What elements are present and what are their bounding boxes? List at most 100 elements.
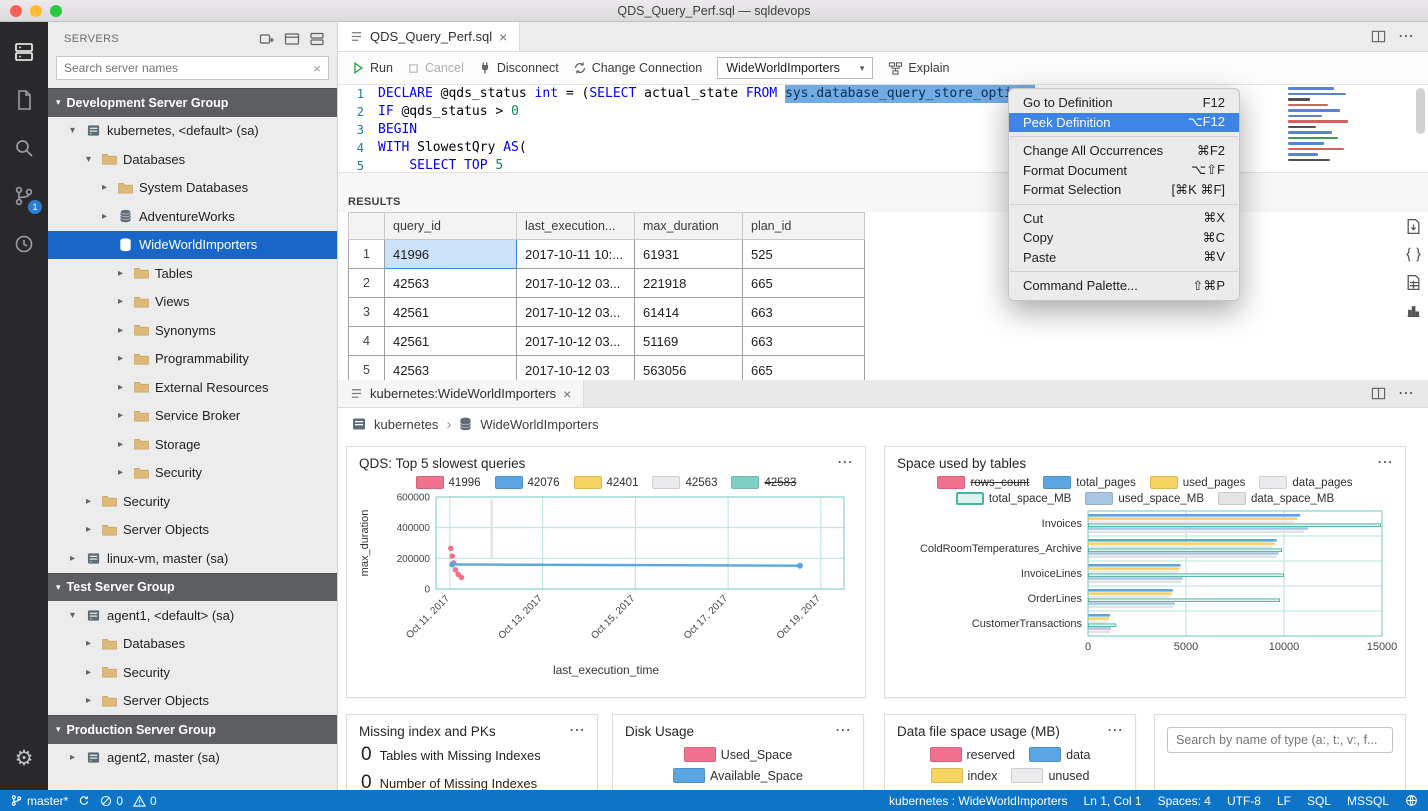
legend-item-used-pages[interactable]: used_pages bbox=[1149, 476, 1245, 489]
tree-item-wideworldimporters[interactable]: WideWorldImporters bbox=[48, 230, 337, 259]
legend-item-data-pages[interactable]: data_pages bbox=[1259, 476, 1353, 489]
grid-cell[interactable]: 41996 bbox=[384, 239, 517, 269]
active-connections-icon[interactable] bbox=[309, 31, 325, 47]
activity-search-button[interactable] bbox=[0, 124, 48, 172]
expand-arrow-icon[interactable]: ▸ bbox=[114, 353, 127, 364]
split-editor-icon[interactable] bbox=[1371, 29, 1386, 44]
eol-status[interactable]: LF bbox=[1277, 794, 1291, 808]
legend-item-unused[interactable]: unused bbox=[1011, 768, 1089, 783]
breadcrumb-server[interactable]: kubernetes bbox=[374, 417, 438, 432]
save-as-csv-icon[interactable] bbox=[1405, 218, 1422, 235]
git-branch-status[interactable]: master* bbox=[10, 794, 68, 808]
activity-source-control-button[interactable]: 1 bbox=[0, 172, 48, 220]
expand-arrow-icon[interactable]: ▸ bbox=[82, 638, 95, 649]
grid-cell[interactable]: 2017-10-12 03... bbox=[516, 297, 635, 327]
code-line[interactable]: 5 SELECT TOP 5 bbox=[338, 157, 1428, 172]
code-line[interactable]: 2 IF @qds_status > 0 bbox=[338, 103, 1428, 121]
close-icon[interactable]: × bbox=[563, 386, 571, 402]
more-options-icon[interactable]: ⋯ bbox=[1377, 455, 1393, 471]
activity-tasks-button[interactable] bbox=[0, 76, 48, 124]
activity-servers-button[interactable] bbox=[0, 28, 48, 76]
tree-item-agent1-default-sa[interactable]: ▾ agent1, <default> (sa) bbox=[48, 601, 337, 630]
server-group-production-server-group[interactable]: ▾ Production Server Group bbox=[48, 715, 337, 744]
legend-item-41996[interactable]: 41996 bbox=[415, 476, 481, 489]
column-header-last-execution[interactable]: last_execution... bbox=[516, 212, 635, 240]
disconnect-button[interactable]: Disconnect bbox=[475, 61, 562, 75]
errors-status[interactable]: 0 bbox=[100, 794, 123, 808]
expand-arrow-icon[interactable]: ▸ bbox=[66, 752, 79, 763]
expand-arrow-icon[interactable]: ▸ bbox=[98, 211, 111, 222]
menu-item-format-document[interactable]: Format Document ⌥⇧F bbox=[1009, 161, 1239, 181]
menu-item-cut[interactable]: Cut ⌘X bbox=[1009, 209, 1239, 229]
expand-arrow-icon[interactable]: ▸ bbox=[82, 524, 95, 535]
tree-item-service-broker[interactable]: ▸ Service Broker bbox=[48, 402, 337, 431]
encoding-status[interactable]: UTF-8 bbox=[1227, 794, 1261, 808]
grid-cell[interactable]: 51169 bbox=[634, 326, 743, 356]
more-options-icon[interactable]: ⋯ bbox=[835, 723, 851, 739]
tree-item-synonyms[interactable]: ▸ Synonyms bbox=[48, 316, 337, 345]
grid-cell[interactable]: 665 bbox=[742, 268, 865, 298]
legend-item-reserved[interactable]: reserved bbox=[929, 747, 1015, 762]
grid-cell[interactable]: 563056 bbox=[634, 355, 743, 380]
tree-item-databases[interactable]: ▾ Databases bbox=[48, 145, 337, 174]
grid-cell[interactable]: 2017-10-12 03 bbox=[516, 355, 635, 380]
legend-item-data[interactable]: data bbox=[1029, 747, 1090, 762]
menu-item-format-selection[interactable]: Format Selection [⌘K ⌘F] bbox=[1009, 180, 1239, 200]
save-as-json-icon[interactable] bbox=[1405, 246, 1422, 263]
expand-arrow-icon[interactable]: ▸ bbox=[114, 439, 127, 450]
expand-arrow-icon[interactable]: ▸ bbox=[98, 182, 111, 193]
legend-item-data-space-mb[interactable]: data_space_MB bbox=[1218, 492, 1334, 505]
editor-scrollbar[interactable] bbox=[1416, 88, 1425, 134]
code-line[interactable]: 4 WITH SlowestQry AS( bbox=[338, 139, 1428, 157]
grid-cell[interactable]: 221918 bbox=[634, 268, 743, 298]
expand-arrow-icon[interactable]: ▸ bbox=[66, 553, 79, 564]
legend-item-available-space[interactable]: Available_Space bbox=[673, 768, 803, 783]
save-as-excel-icon[interactable] bbox=[1405, 274, 1422, 291]
warnings-status[interactable]: 0 bbox=[133, 794, 157, 808]
code-line[interactable]: 3 BEGIN bbox=[338, 121, 1428, 139]
grid-cell[interactable]: 665 bbox=[742, 355, 865, 380]
row-number[interactable]: 1 bbox=[348, 239, 385, 269]
connection-dropdown[interactable]: WideWorldImporters ▾ bbox=[717, 57, 874, 79]
menu-item-change-all-occurrences[interactable]: Change All Occurrences ⌘F2 bbox=[1009, 141, 1239, 161]
legend-item-total-space-mb[interactable]: total_space_MB bbox=[955, 492, 1071, 505]
column-header-max-duration[interactable]: max_duration bbox=[634, 212, 743, 240]
tree-item-system-databases[interactable]: ▸ System Databases bbox=[48, 174, 337, 203]
row-number[interactable]: 5 bbox=[348, 355, 385, 380]
grid-cell[interactable]: 2017-10-12 03... bbox=[516, 268, 635, 298]
legend-item-used-space[interactable]: Used_Space bbox=[683, 747, 792, 762]
menu-item-command-palette[interactable]: Command Palette... ⇧⌘P bbox=[1009, 276, 1239, 296]
expand-arrow-icon[interactable]: ▾ bbox=[82, 154, 95, 165]
indentation-status[interactable]: Spaces: 4 bbox=[1158, 794, 1211, 808]
provider-status[interactable]: MSSQL bbox=[1347, 794, 1389, 808]
code-line[interactable]: 1 DECLARE @qds_status int = (SELECT actua… bbox=[338, 85, 1428, 103]
tree-item-storage[interactable]: ▸ Storage bbox=[48, 430, 337, 459]
expand-arrow-icon[interactable]: ▾ bbox=[66, 610, 79, 621]
grid-cell[interactable]: 42561 bbox=[384, 297, 517, 327]
server-group-test-server-group[interactable]: ▾ Test Server Group bbox=[48, 572, 337, 601]
settings-button[interactable]: ⚙ bbox=[0, 734, 48, 782]
view-as-chart-icon[interactable] bbox=[1405, 302, 1422, 319]
grid-cell[interactable]: 42563 bbox=[384, 355, 517, 380]
tree-item-tables[interactable]: ▸ Tables bbox=[48, 259, 337, 288]
column-header-plan-id[interactable]: plan_id bbox=[742, 212, 865, 240]
tree-item-adventureworks[interactable]: ▸ AdventureWorks bbox=[48, 202, 337, 231]
breadcrumb-database[interactable]: WideWorldImporters bbox=[480, 417, 598, 432]
grid-cell[interactable]: 663 bbox=[742, 326, 865, 356]
legend-item-42076[interactable]: 42076 bbox=[494, 476, 560, 489]
legend-item-total-pages[interactable]: total_pages bbox=[1043, 476, 1136, 489]
clear-search-icon[interactable]: × bbox=[313, 61, 321, 76]
tree-item-security[interactable]: ▸ Security bbox=[48, 459, 337, 488]
grid-cell[interactable]: 663 bbox=[742, 297, 865, 327]
new-server-group-icon[interactable] bbox=[284, 31, 300, 47]
expand-arrow-icon[interactable]: ▸ bbox=[114, 467, 127, 478]
more-options-icon[interactable]: ⋯ bbox=[1107, 723, 1123, 739]
tree-item-programmability[interactable]: ▸ Programmability bbox=[48, 345, 337, 374]
more-options-icon[interactable]: ⋯ bbox=[569, 723, 585, 739]
tree-item-databases[interactable]: ▸ Databases bbox=[48, 630, 337, 659]
close-window-button[interactable] bbox=[10, 5, 22, 17]
grid-cell[interactable]: 2017-10-11 10:... bbox=[516, 239, 635, 269]
expand-arrow-icon[interactable]: ▸ bbox=[82, 496, 95, 507]
grid-cell[interactable]: 61931 bbox=[634, 239, 743, 269]
expand-arrow-icon[interactable]: ▸ bbox=[114, 410, 127, 421]
